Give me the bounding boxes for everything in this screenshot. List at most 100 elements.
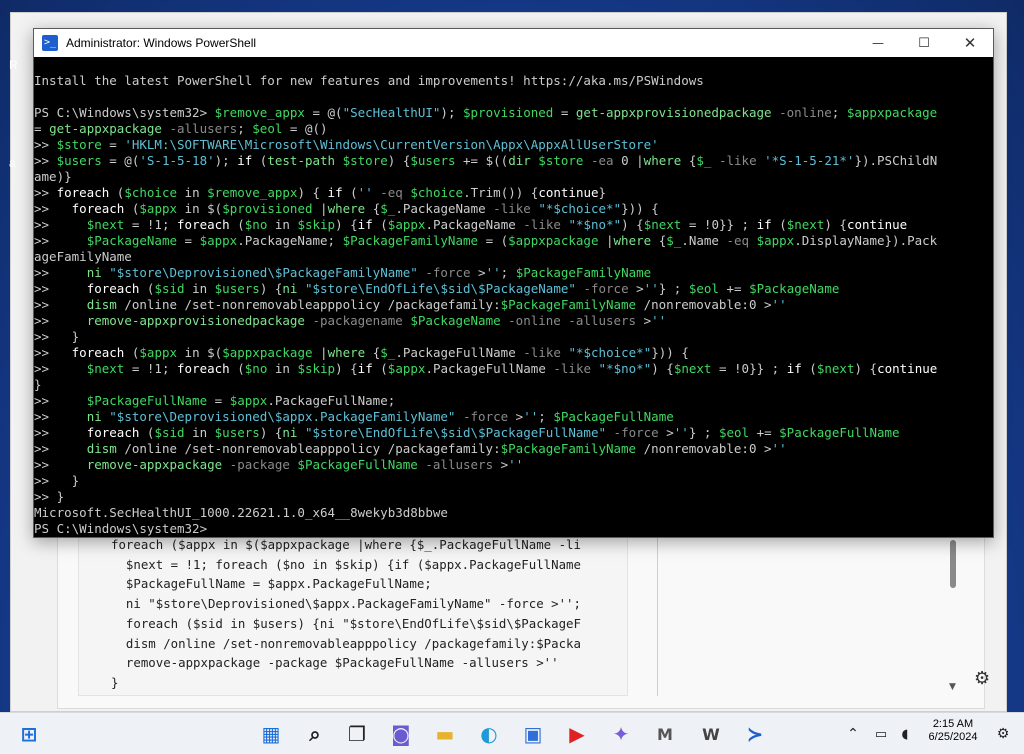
console-token: foreach — [71, 345, 125, 360]
copilot-icon[interactable]: ✦ — [606, 719, 636, 749]
console-line: >> foreach ($sid in $users) {ni "$store\… — [34, 281, 993, 297]
console-token: = @( — [101, 153, 140, 168]
console-token: ( — [372, 217, 388, 232]
console-token: = ( — [478, 233, 509, 248]
m-app-icon[interactable]: M — [650, 719, 680, 749]
console-token: in — [184, 281, 215, 296]
console-token: = !1; — [124, 217, 178, 232]
console-token: >> — [34, 361, 87, 376]
background-scrollbar[interactable]: ▼ — [948, 536, 958, 692]
console-line: >> dism /online /set-nonremovableapppoli… — [34, 297, 993, 313]
tray-chevron-icon[interactable]: ⌃ — [838, 719, 868, 749]
console-token: += — [718, 281, 750, 296]
console-token: $remove_appx — [214, 105, 305, 120]
maximize-button[interactable]: ☐ — [901, 29, 947, 57]
console-line: >> foreach ($appx in $($provisioned |whe… — [34, 201, 993, 217]
console-token: $appxpackage — [508, 233, 599, 248]
console-token: } ; — [688, 425, 719, 440]
settings-gear-icon[interactable]: ⚙ — [974, 668, 990, 689]
console-token: = !0}} ; — [681, 217, 757, 232]
console-token: ( — [801, 361, 817, 376]
close-button[interactable]: ✕ — [947, 29, 993, 57]
start-icon[interactable]: ⊞ — [14, 719, 44, 749]
console-token: } — [34, 377, 42, 392]
console-token: $eol — [718, 425, 750, 440]
console-token: ) { — [335, 217, 358, 232]
console-token: -eq — [372, 185, 403, 200]
console-token: foreach — [177, 361, 230, 376]
console-token: = — [207, 393, 230, 408]
console-token: "*$choice*" — [568, 345, 652, 360]
volume-icon[interactable]: ◖ — [890, 719, 920, 749]
windows-start-icon[interactable]: ▦ — [256, 719, 286, 749]
console-token: >> } — [34, 473, 80, 488]
console-line: >> remove-appxpackage -package $PackageF… — [34, 457, 993, 473]
console-token: ) { — [854, 361, 878, 376]
console-line: ame)} — [34, 169, 993, 185]
console-token: = !0}} ; — [711, 361, 787, 376]
notification-icon[interactable]: ⚙ — [988, 719, 1018, 749]
console-token: "$store\EndOfLife\$sid\$PackageName" — [304, 281, 576, 296]
console-token: -force — [417, 265, 471, 280]
console-token: -force — [606, 425, 659, 440]
console-token: "*$no*" — [598, 361, 652, 376]
edge-icon[interactable]: ◐ — [474, 719, 504, 749]
console-token: -package — [222, 457, 290, 472]
console-token: $_ — [666, 233, 682, 248]
scrollbar-thumb[interactable] — [950, 540, 956, 588]
clock-date[interactable]: 6/25/2024 — [922, 731, 984, 743]
youtube-icon[interactable]: ▶ — [562, 719, 592, 749]
clock-time[interactable]: 2:15 AM — [926, 716, 980, 732]
console-token: ( — [372, 361, 388, 376]
console-token: /nonremovable:0 > — [636, 441, 772, 456]
console-token: = @( — [304, 105, 343, 120]
console-token — [297, 425, 305, 440]
console-output[interactable]: Install the latest PowerShell for new fe… — [34, 57, 993, 537]
console-token: >> — [34, 185, 57, 200]
console-token: ni — [282, 425, 298, 440]
search-icon[interactable]: ⌕ — [300, 719, 330, 749]
background-code-line: $next = !1; foreach ($no in $skip) {if (… — [111, 556, 581, 572]
console-token: >> — [34, 313, 87, 328]
console-token: $next — [86, 217, 125, 232]
console-token: ); — [214, 153, 238, 168]
console-token: "*$no*" — [568, 217, 622, 232]
minimize-button[interactable]: — — [855, 29, 901, 57]
powershell-taskbar-icon[interactable]: ≻ — [740, 719, 770, 749]
console-token: where — [643, 153, 682, 168]
window-titlebar[interactable]: >_ Administrator: Windows PowerShell — ☐… — [34, 29, 993, 57]
console-token: $PackageFamilyName — [515, 265, 652, 280]
console-token: /nonremovable:0 > — [636, 297, 772, 312]
console-token: 'HKLM:\SOFTWARE\Microsoft\Windows\Curren… — [124, 137, 659, 152]
store-icon[interactable]: ▣ — [518, 719, 548, 749]
console-token: >> — [34, 153, 57, 168]
word-icon[interactable]: W — [696, 719, 726, 749]
console-line: >> $users = @('S-1-5-18'); if (test-path… — [34, 153, 993, 169]
console-token: $appx — [139, 201, 178, 216]
console-token: >> — [34, 457, 87, 472]
console-token: += $(( — [455, 153, 509, 168]
console-token: .DisplayName}).Pack — [794, 233, 938, 248]
console-token: .PackageFullName — [425, 361, 546, 376]
background-edge-letter: R — [9, 58, 18, 72]
scroll-down-arrow-icon[interactable]: ▼ — [949, 682, 956, 692]
file-explorer-icon[interactable]: ▬ — [430, 719, 460, 749]
console-token: -like — [485, 201, 531, 216]
console-token: $appxpackage — [846, 105, 938, 120]
console-token: $eol — [252, 121, 283, 136]
teams-chat-icon[interactable]: ◙ — [386, 719, 416, 749]
console-token: /online /set-nonremovableapppolicy /pack… — [116, 441, 501, 456]
task-view-icon[interactable]: ❐ — [342, 719, 372, 749]
console-token: '*S-1-5-21*' — [764, 153, 855, 168]
console-token: $store — [538, 153, 584, 168]
console-token: ame)} — [34, 169, 72, 184]
console-token: '' — [771, 297, 787, 312]
console-token: ( — [139, 425, 155, 440]
console-token: .Name — [681, 233, 719, 248]
console-token: $PackageFamilyName — [500, 441, 637, 456]
background-code-line: dism /online /set-nonremovableapppolicy … — [111, 635, 581, 651]
console-token: if — [357, 361, 373, 376]
console-token: }).PSChildN — [854, 153, 938, 168]
console-token: ageFamilyName — [34, 249, 132, 264]
console-line: >> ni "$store\Deprovisioned\$PackageFami… — [34, 265, 993, 281]
